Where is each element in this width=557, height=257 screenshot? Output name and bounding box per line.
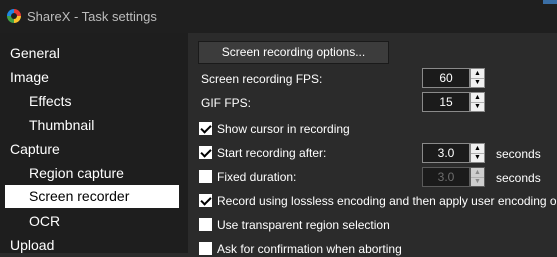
start-recording-after-label: Start recording after: bbox=[217, 146, 327, 160]
fixed-duration-checkbox[interactable] bbox=[199, 170, 212, 183]
confirm-abort-checkbox[interactable] bbox=[199, 242, 212, 255]
fps-value[interactable]: 60 bbox=[422, 68, 470, 88]
sidebar-item-image[interactable]: Image bbox=[5, 66, 179, 89]
gif-fps-spin[interactable]: ▲ ▼ bbox=[470, 92, 485, 112]
fps-spin[interactable]: ▲ ▼ bbox=[470, 68, 485, 88]
gif-fps-label: GIF FPS: bbox=[201, 96, 252, 110]
checkmark-icon bbox=[200, 194, 212, 206]
start-recording-after-checkbox[interactable] bbox=[199, 146, 212, 159]
fps-label: Screen recording FPS: bbox=[201, 72, 323, 86]
fixed-duration-value[interactable]: 3.0 bbox=[422, 167, 470, 187]
title-bar: ShareX - Task settings bbox=[0, 0, 557, 33]
sidebar-item-ocr[interactable]: OCR bbox=[5, 210, 179, 233]
screen-recording-options-button[interactable]: Screen recording options... bbox=[198, 41, 389, 64]
fixed-duration-label: Fixed duration: bbox=[217, 170, 297, 184]
gif-fps-value[interactable]: 15 bbox=[422, 92, 470, 112]
sidebar-item-screen-recorder[interactable]: Screen recorder bbox=[5, 185, 179, 208]
sidebar-item-effects[interactable]: Effects bbox=[5, 90, 179, 113]
show-cursor-label: Show cursor in recording bbox=[217, 122, 350, 136]
start-delay-unit: seconds bbox=[496, 147, 541, 161]
sidebar-item-general[interactable]: General bbox=[5, 42, 179, 65]
sidebar-item-upload[interactable]: Upload bbox=[5, 234, 179, 257]
checkmark-icon bbox=[200, 146, 212, 158]
chevron-down-icon[interactable]: ▼ bbox=[471, 78, 484, 87]
transparent-region-checkbox[interactable] bbox=[199, 218, 212, 231]
gif-fps-stepper[interactable]: 15 ▲ ▼ bbox=[422, 92, 485, 112]
lossless-encoding-checkbox[interactable] bbox=[199, 194, 212, 207]
title-bar-accent bbox=[543, 0, 557, 4]
sidebar-item-region-capture[interactable]: Region capture bbox=[5, 162, 179, 185]
confirm-abort-label: Ask for confirmation when aborting bbox=[217, 242, 402, 256]
show-cursor-checkbox[interactable] bbox=[199, 122, 212, 135]
sidebar-item-capture[interactable]: Capture bbox=[5, 138, 179, 161]
window-title: ShareX - Task settings bbox=[27, 9, 157, 24]
sharex-logo-icon bbox=[7, 9, 21, 23]
start-delay-stepper[interactable]: 3.0 ▲ ▼ bbox=[422, 143, 485, 163]
start-delay-value[interactable]: 3.0 bbox=[422, 143, 470, 163]
chevron-down-icon[interactable]: ▼ bbox=[471, 177, 484, 186]
fixed-duration-stepper[interactable]: 3.0 ▲ ▼ bbox=[422, 167, 485, 187]
fixed-duration-unit: seconds bbox=[496, 171, 541, 185]
fps-stepper[interactable]: 60 ▲ ▼ bbox=[422, 68, 485, 88]
sidebar-item-thumbnail[interactable]: Thumbnail bbox=[5, 114, 179, 137]
lossless-encoding-label: Record using lossless encoding and then … bbox=[217, 194, 557, 208]
chevron-down-icon[interactable]: ▼ bbox=[471, 153, 484, 162]
chevron-down-icon[interactable]: ▼ bbox=[471, 102, 484, 111]
start-delay-spin[interactable]: ▲ ▼ bbox=[470, 143, 485, 163]
transparent-region-label: Use transparent region selection bbox=[217, 218, 390, 232]
checkmark-icon bbox=[200, 122, 212, 134]
fixed-duration-spin[interactable]: ▲ ▼ bbox=[470, 167, 485, 187]
